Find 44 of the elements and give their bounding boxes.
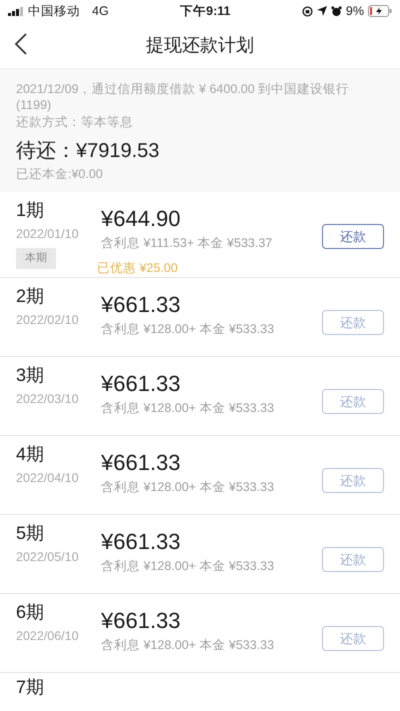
location-icon: [316, 6, 327, 16]
due-date: 2022/03/10: [16, 390, 80, 408]
battery-charging-icon: [368, 5, 392, 17]
due-date: 2022/01/10: [16, 226, 80, 243]
period-label: 5期: [16, 523, 46, 545]
due-date: 2022/06/10: [16, 628, 80, 645]
amount-breakdown: 含利息 ¥128.00+ 本金 ¥533.33: [101, 558, 276, 576]
pending-label: 待还：: [16, 138, 76, 164]
period-label: 7期: [16, 677, 46, 699]
repayment-method: 还款方式：等本等息: [16, 114, 134, 130]
installment-amount: ¥661.33: [101, 371, 182, 398]
network-type: 4G: [92, 2, 109, 20]
amount-breakdown: 含利息 ¥128.00+ 本金 ¥533.33: [101, 400, 276, 418]
period-label: 1期: [16, 200, 46, 222]
amount-breakdown: 含利息 ¥111.53+ 本金 ¥533.37: [101, 235, 274, 252]
period-label: 2期: [16, 286, 46, 308]
alarm-icon: [330, 6, 342, 16]
discount-text: 已优惠 ¥25.00: [97, 260, 179, 278]
amount-breakdown: 含利息 ¥128.00+ 本金 ¥533.33: [101, 321, 276, 338]
page-title: 提现还款计划: [146, 34, 254, 56]
due-date: 2022/05/10: [16, 548, 80, 566]
rotation-lock-icon: [302, 6, 313, 16]
pending-amount: ¥7919.53: [76, 138, 160, 164]
status-time: 下午9:11: [180, 2, 230, 20]
back-icon[interactable]: [14, 33, 28, 55]
loan-description: 2021/12/09，通过信用额度借款 ¥ 6400.00 到中国建设银行(1199): [16, 81, 350, 114]
installment-amount: ¥661.33: [101, 529, 182, 556]
amount-breakdown: 含利息 ¥128.00+ 本金 ¥533.33: [101, 479, 276, 496]
due-date: 2022/04/10: [16, 470, 80, 487]
amount-breakdown: 含利息 ¥128.00+ 本金 ¥533.33: [101, 637, 276, 654]
period-label: 6期: [16, 602, 46, 624]
installment-amount: ¥661.33: [101, 608, 182, 634]
due-date: 2022/02/10: [16, 312, 80, 329]
carrier-name: 中国移动: [28, 2, 80, 20]
period-label: 4期: [16, 444, 46, 466]
period-label: 3期: [16, 365, 46, 387]
installment-amount: ¥661.33: [101, 450, 182, 476]
installment-amount: ¥644.90: [101, 206, 182, 232]
signal-icon: [8, 6, 24, 16]
current-period-tag: 本期: [16, 248, 56, 269]
installment-amount: ¥661.33: [101, 292, 182, 318]
paid-principal: 已还本金:¥0.00: [16, 166, 104, 182]
battery-percent: 9%: [346, 2, 364, 20]
repay-button[interactable]: 还款: [322, 224, 384, 249]
